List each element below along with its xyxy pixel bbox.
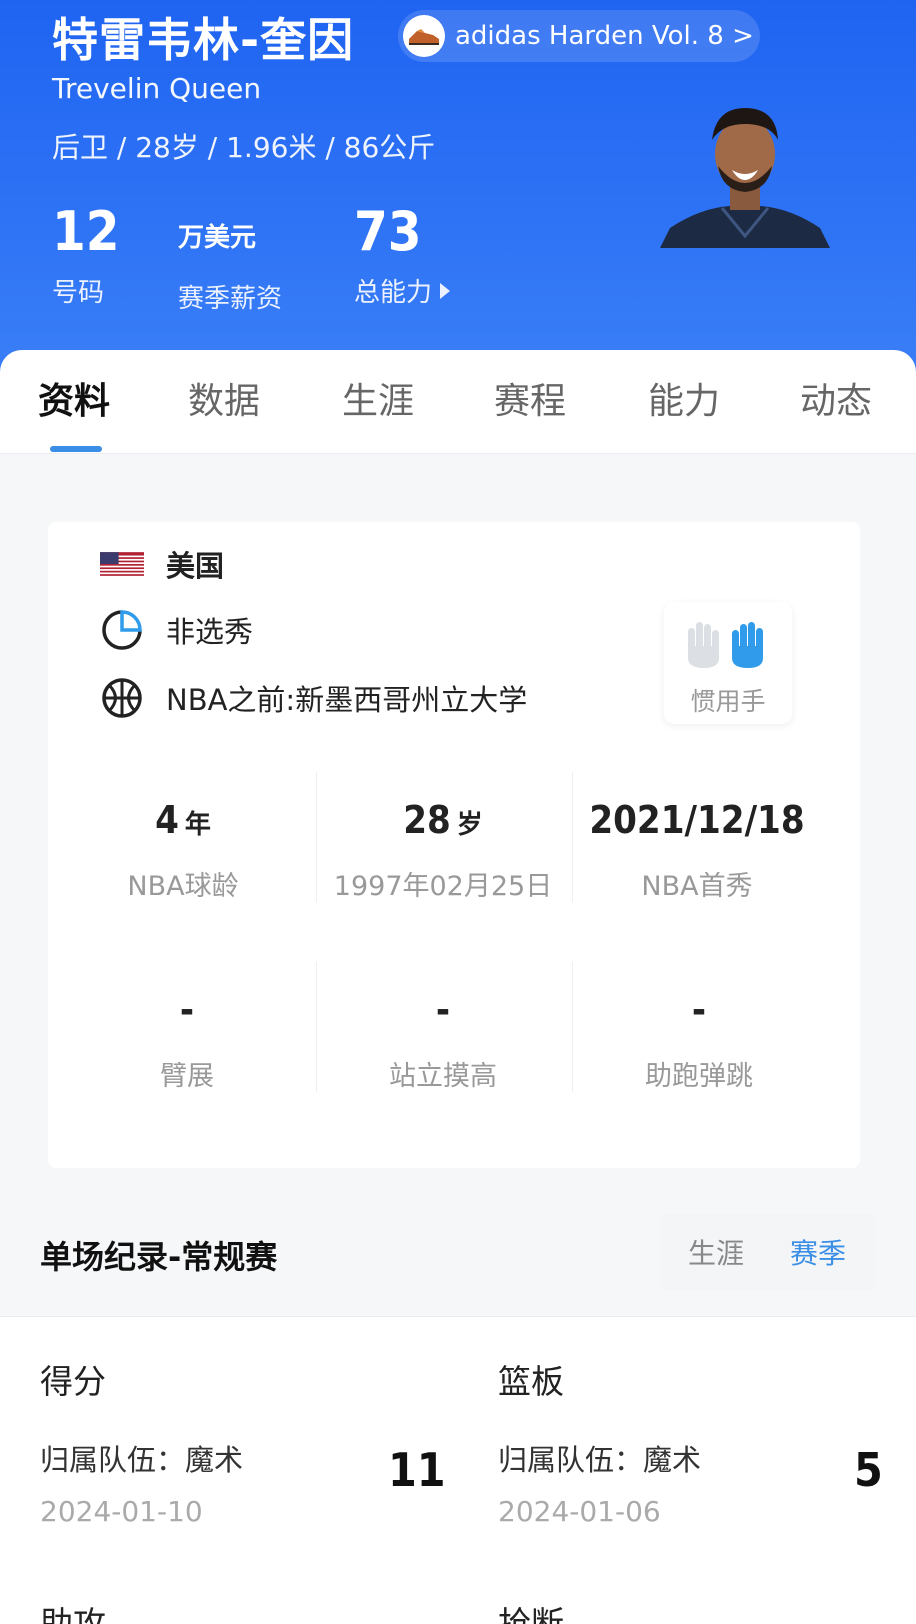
tab-ability[interactable]: 能力: [648, 372, 720, 424]
records-toggle: 生涯 赛季: [660, 1214, 876, 1290]
nba-debut-value: 2021/12/18: [589, 798, 805, 842]
record-value: 11: [388, 1443, 446, 1497]
tab-schedule[interactable]: 赛程: [494, 372, 566, 424]
hand-icon: [688, 622, 763, 668]
profile-card: 美国 非选秀 NBA之前:新墨西哥州立大学 惯用手 4 年 NBA球龄 28 岁…: [48, 522, 860, 1168]
tab-career[interactable]: 生涯: [342, 372, 414, 424]
record-category: 抢断: [498, 1604, 564, 1624]
stat-number-label: 号码: [52, 278, 105, 308]
age-unit: 岁: [456, 810, 483, 840]
records-panel: 得分 归属队伍：魔术 2024-01-10 11 篮板 归属队伍：魔术 2024…: [0, 1316, 916, 1624]
shoe-icon: [403, 15, 445, 57]
vertical-leap-label: 助跑弹跳: [645, 1061, 753, 1092]
usa-flag-icon: [100, 542, 144, 586]
record-team: 归属队伍：魔术: [40, 1443, 244, 1477]
record-value: 5: [854, 1443, 883, 1497]
country-label: 美国: [166, 549, 225, 583]
handedness-box: 惯用手: [664, 602, 792, 724]
player-header: 特雷韦林-奎因 adidas Harden Vol. 8 > Trevelin …: [0, 0, 916, 390]
record-date: 2024-01-10: [40, 1495, 203, 1528]
nba-debut-label: NBA首秀: [641, 871, 753, 902]
wingspan-label: 臂展: [160, 1061, 214, 1092]
nba-years-value: 4: [155, 798, 179, 842]
stat-ability-label: 总能力: [354, 278, 433, 308]
college-row: NBA之前:新墨西哥州立大学: [100, 676, 527, 720]
record-team: 归属队伍：魔术: [498, 1443, 702, 1477]
tab-data[interactable]: 数据: [188, 372, 260, 424]
tab-bar: 资料 数据 生涯 赛程 能力 动态: [0, 350, 916, 454]
tab-news[interactable]: 动态: [800, 372, 872, 424]
age: 28 岁 1997年02月25日: [310, 798, 576, 903]
record-date: 2024-01-06: [498, 1495, 661, 1528]
draft-row: 非选秀: [100, 608, 253, 652]
player-name: 特雷韦林-奎因: [52, 13, 355, 67]
nba-years-label: NBA球龄: [127, 871, 239, 902]
nba-years: 4年 NBA球龄: [50, 798, 316, 903]
vertical-leap-value: -: [691, 988, 707, 1032]
player-meta: 后卫 / 28岁 / 1.96米 / 86公斤: [52, 131, 436, 164]
stat-salary-label: 赛季薪资: [178, 284, 283, 314]
player-avatar: [660, 108, 830, 248]
record-category: 篮板: [498, 1362, 564, 1401]
records-title: 单场纪录-常规赛: [40, 1238, 278, 1276]
toggle-season[interactable]: 赛季: [790, 1232, 846, 1272]
standing-reach: - 站立摸高: [310, 988, 576, 1093]
record-category: 得分: [40, 1362, 106, 1401]
vertical-leap: - 助跑弹跳: [566, 988, 832, 1093]
wingspan-value: -: [179, 988, 195, 1032]
stat-number: 12 号码: [52, 202, 120, 309]
birthdate-label: 1997年02月25日: [333, 871, 553, 902]
standing-reach-label: 站立摸高: [389, 1061, 497, 1092]
toggle-career[interactable]: 生涯: [688, 1232, 744, 1272]
play-arrow-icon: [440, 282, 451, 299]
standing-reach-value: -: [435, 988, 451, 1032]
record-category: 助攻: [40, 1604, 106, 1624]
pie-chart-icon: [100, 608, 144, 652]
nba-debut: 2021/12/18 NBA首秀: [564, 798, 830, 903]
stat-salary-value: 万美元: [178, 223, 257, 253]
nba-years-unit: 年: [184, 810, 211, 840]
tab-profile[interactable]: 资料: [38, 372, 110, 424]
stat-ability[interactable]: 73 总能力: [354, 200, 451, 309]
shoe-label: adidas Harden Vol. 8 >: [455, 21, 754, 51]
stat-number-value: 12: [52, 200, 120, 263]
age-value: 28: [403, 798, 451, 842]
draft-label: 非选秀: [166, 615, 254, 649]
stat-salary: 万美元 赛季薪资: [178, 202, 282, 315]
handedness-label: 惯用手: [690, 687, 766, 716]
player-english-name: Trevelin Queen: [52, 72, 262, 105]
college-label: NBA之前:新墨西哥州立大学: [166, 683, 528, 717]
tab-active-indicator: [50, 446, 102, 452]
country-row: 美国: [100, 542, 224, 586]
stat-ability-value: 73: [354, 200, 422, 263]
shoe-link[interactable]: adidas Harden Vol. 8 >: [398, 10, 760, 62]
wingspan: - 臂展: [54, 988, 320, 1093]
basketball-icon: [100, 676, 144, 720]
